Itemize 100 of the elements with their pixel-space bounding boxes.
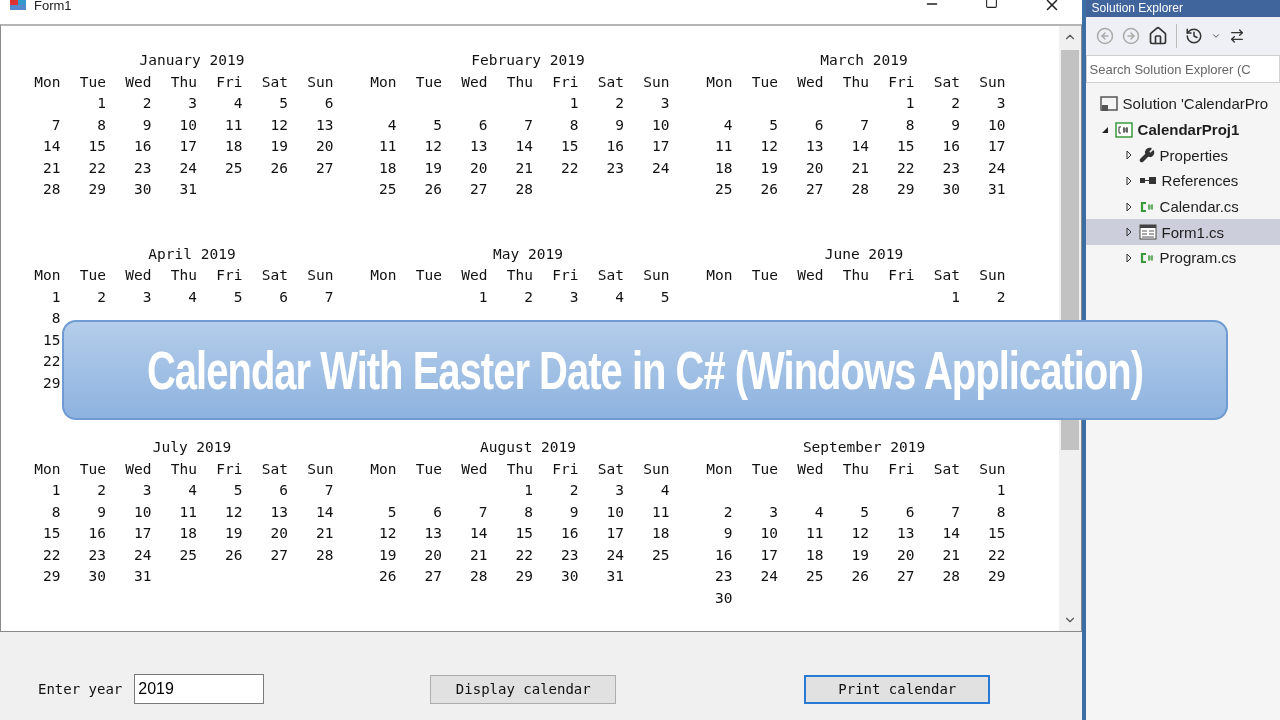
- day-number: 26: [269, 158, 289, 178]
- tree-item[interactable]: Form1.cs: [1085, 219, 1280, 246]
- home-icon[interactable]: [1147, 26, 1168, 46]
- panel-title: Solution Explorer: [1091, 0, 1183, 16]
- month-title: February 2019: [470, 51, 586, 70]
- day-number: 2: [523, 287, 534, 307]
- day-number: 4: [614, 287, 625, 307]
- day-number: 31: [133, 567, 153, 586]
- day-number: 2: [96, 287, 107, 307]
- day-number: 3: [568, 287, 580, 307]
- day-number: 11: [651, 502, 671, 522]
- day-number: 9: [568, 502, 580, 522]
- day-number: 27: [315, 158, 335, 178]
- weekday-label: Thu: [841, 266, 870, 285]
- search-field[interactable]: Search Solution Explorer (C: [1085, 55, 1280, 83]
- references-icon: [1138, 174, 1157, 187]
- day-number: 13: [315, 115, 335, 135]
- day-number: 20: [896, 545, 916, 565]
- day-number: 23: [714, 567, 734, 586]
- day-number: 1: [568, 94, 580, 113]
- day-number: 22: [896, 158, 916, 178]
- day-number: 5: [859, 502, 870, 522]
- month-title: May 2019: [492, 244, 564, 264]
- action-button[interactable]: Print calendar: [804, 674, 991, 704]
- weekday-label: Thu: [505, 72, 534, 92]
- weekday-label: Thu: [841, 459, 870, 479]
- collapsed-arrow-icon[interactable]: [1123, 150, 1134, 161]
- day-number: 6: [278, 287, 289, 307]
- day-number: 25: [178, 545, 198, 565]
- day-number: 26: [224, 545, 244, 565]
- day-number: 13: [896, 524, 916, 543]
- tree-item[interactable]: CalendarProj1: [1085, 116, 1280, 143]
- day-number: 16: [714, 545, 734, 565]
- day-number: 20: [269, 524, 289, 543]
- tree-item[interactable]: Calendar.cs: [1085, 193, 1280, 220]
- day-number: 5: [232, 287, 244, 307]
- collapsed-arrow-icon[interactable]: [1123, 201, 1134, 212]
- tree-item[interactable]: Program.cs: [1085, 245, 1280, 271]
- sync-icon[interactable]: [1228, 28, 1245, 44]
- weekday-label: Mon: [705, 266, 734, 285]
- weekday-label: Sat: [596, 72, 625, 92]
- weekday-label: Fri: [215, 266, 244, 285]
- history-icon[interactable]: [1184, 27, 1203, 45]
- day-number: 31: [178, 180, 198, 199]
- day-number: 19: [423, 158, 443, 178]
- weekday-label: Thu: [505, 266, 534, 285]
- weekday-label: Tue: [78, 72, 107, 92]
- scroll-thumb[interactable]: [1060, 420, 1079, 450]
- day-number: 8: [50, 309, 62, 328]
- weekday-label: Thu: [169, 72, 198, 92]
- collapsed-arrow-icon[interactable]: [1123, 175, 1134, 186]
- day-number: 12: [759, 137, 779, 156]
- day-number: 28: [315, 545, 335, 565]
- weekday-label: Sat: [932, 459, 961, 479]
- day-number: 21: [850, 158, 870, 178]
- tree-item[interactable]: Properties: [1085, 142, 1280, 169]
- day-number: 22: [87, 158, 107, 178]
- day-number: 16: [133, 137, 153, 156]
- weekday-label: Fri: [887, 72, 916, 92]
- weekday-label: Mon: [369, 72, 398, 92]
- tree-item[interactable]: References: [1085, 168, 1280, 194]
- day-number: 29: [514, 567, 534, 586]
- collapsed-arrow-icon[interactable]: [1123, 227, 1134, 238]
- weekday-label: Tue: [414, 459, 443, 479]
- scrollbar-track[interactable]: [1058, 26, 1081, 320]
- month-title: January 2019: [138, 51, 246, 70]
- day-number: 25: [651, 545, 671, 565]
- day-number: 28: [514, 180, 534, 199]
- day-number: 9: [141, 115, 153, 135]
- day-number: 2: [950, 94, 961, 113]
- scroll-thumb[interactable]: [1060, 50, 1079, 320]
- day-number: 23: [133, 158, 153, 178]
- month-title: June 2019: [823, 244, 905, 264]
- maximize-icon[interactable]: [985, 0, 999, 9]
- day-number: 1: [523, 481, 534, 500]
- year-input[interactable]: 2019: [134, 674, 265, 704]
- day-number: 4: [187, 287, 198, 307]
- day-number: 30: [714, 588, 734, 608]
- day-number: 4: [232, 94, 244, 113]
- day-number: 16: [560, 524, 580, 543]
- weekday-label: Fri: [887, 266, 916, 285]
- weekday-label: Sun: [642, 72, 671, 92]
- day-number: 21: [42, 158, 62, 178]
- day-number: 15: [42, 524, 62, 543]
- collapsed-arrow-icon[interactable]: [1123, 252, 1134, 263]
- day-number: 21: [469, 545, 489, 565]
- day-number: 3: [768, 502, 779, 522]
- day-number: 12: [850, 524, 870, 543]
- day-number: 1: [96, 94, 107, 113]
- scrollbar-track[interactable]: [1058, 420, 1081, 631]
- day-number: 4: [187, 481, 198, 500]
- day-number: 16: [605, 137, 625, 156]
- weekday-label: Thu: [841, 72, 870, 92]
- dropdown-icon[interactable]: [1210, 31, 1221, 41]
- action-button[interactable]: Display calendar: [430, 674, 617, 704]
- day-number: 22: [560, 158, 580, 178]
- day-number: 6: [278, 481, 289, 500]
- tree-item[interactable]: Solution 'CalendarPro: [1085, 91, 1280, 117]
- weekday-label: Tue: [78, 459, 107, 479]
- day-number: 18: [178, 524, 198, 543]
